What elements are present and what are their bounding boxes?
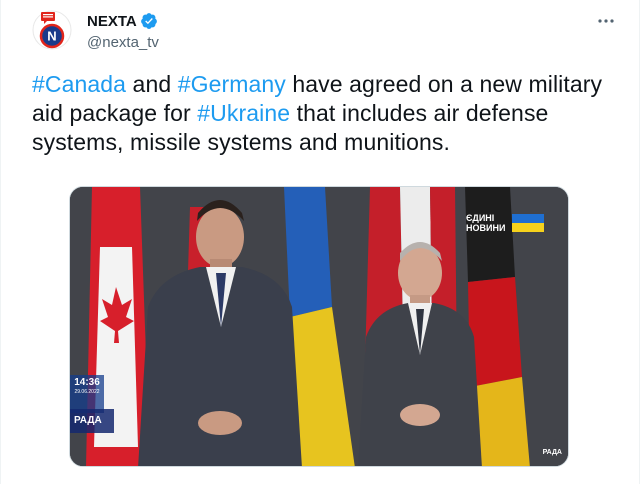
- clock-time: 14:36: [74, 377, 100, 388]
- clock-date: 29.06.2022: [74, 389, 100, 395]
- tweet-text: #Canada and #Germany have agreed on a ne…: [32, 70, 617, 157]
- avatar[interactable]: N: [32, 10, 72, 50]
- hashtag-germany[interactable]: #Germany: [178, 71, 286, 97]
- tweet-video[interactable]: ЄДИНІ НОВИНИ 14:36 29.06.2022 РАДА РАДА: [69, 186, 569, 467]
- watermark-line: ЄДИНІ: [466, 213, 495, 223]
- watermark-line: НОВИНИ: [466, 223, 506, 233]
- svg-text:N: N: [47, 29, 56, 44]
- tweet-card[interactable]: N NEXTA @nexta_tv #Canada and #Germany h…: [0, 0, 640, 484]
- handle[interactable]: @nexta_tv: [87, 34, 159, 51]
- nexta-logo-icon: N: [32, 10, 72, 50]
- channel-label: РАДА: [70, 409, 114, 433]
- hashtag-ukraine[interactable]: #Ukraine: [197, 100, 290, 126]
- ukraine-flag-icon: [512, 214, 544, 232]
- user-meta: NEXTA @nexta_tv: [87, 11, 159, 52]
- more-dots-icon: [598, 19, 614, 23]
- verified-badge-icon: [140, 12, 158, 30]
- hashtag-canada[interactable]: #Canada: [32, 71, 126, 97]
- broadcast-clock: 14:36 29.06.2022: [70, 375, 104, 413]
- display-name[interactable]: NEXTA: [87, 13, 137, 30]
- corner-channel-logo: РАДА: [542, 449, 562, 456]
- more-options-button[interactable]: [595, 12, 617, 30]
- channel-watermark: ЄДИНІ НОВИНИ: [466, 213, 505, 233]
- tweet-text-segment: and: [126, 71, 178, 97]
- display-name-row: NEXTA: [87, 11, 159, 31]
